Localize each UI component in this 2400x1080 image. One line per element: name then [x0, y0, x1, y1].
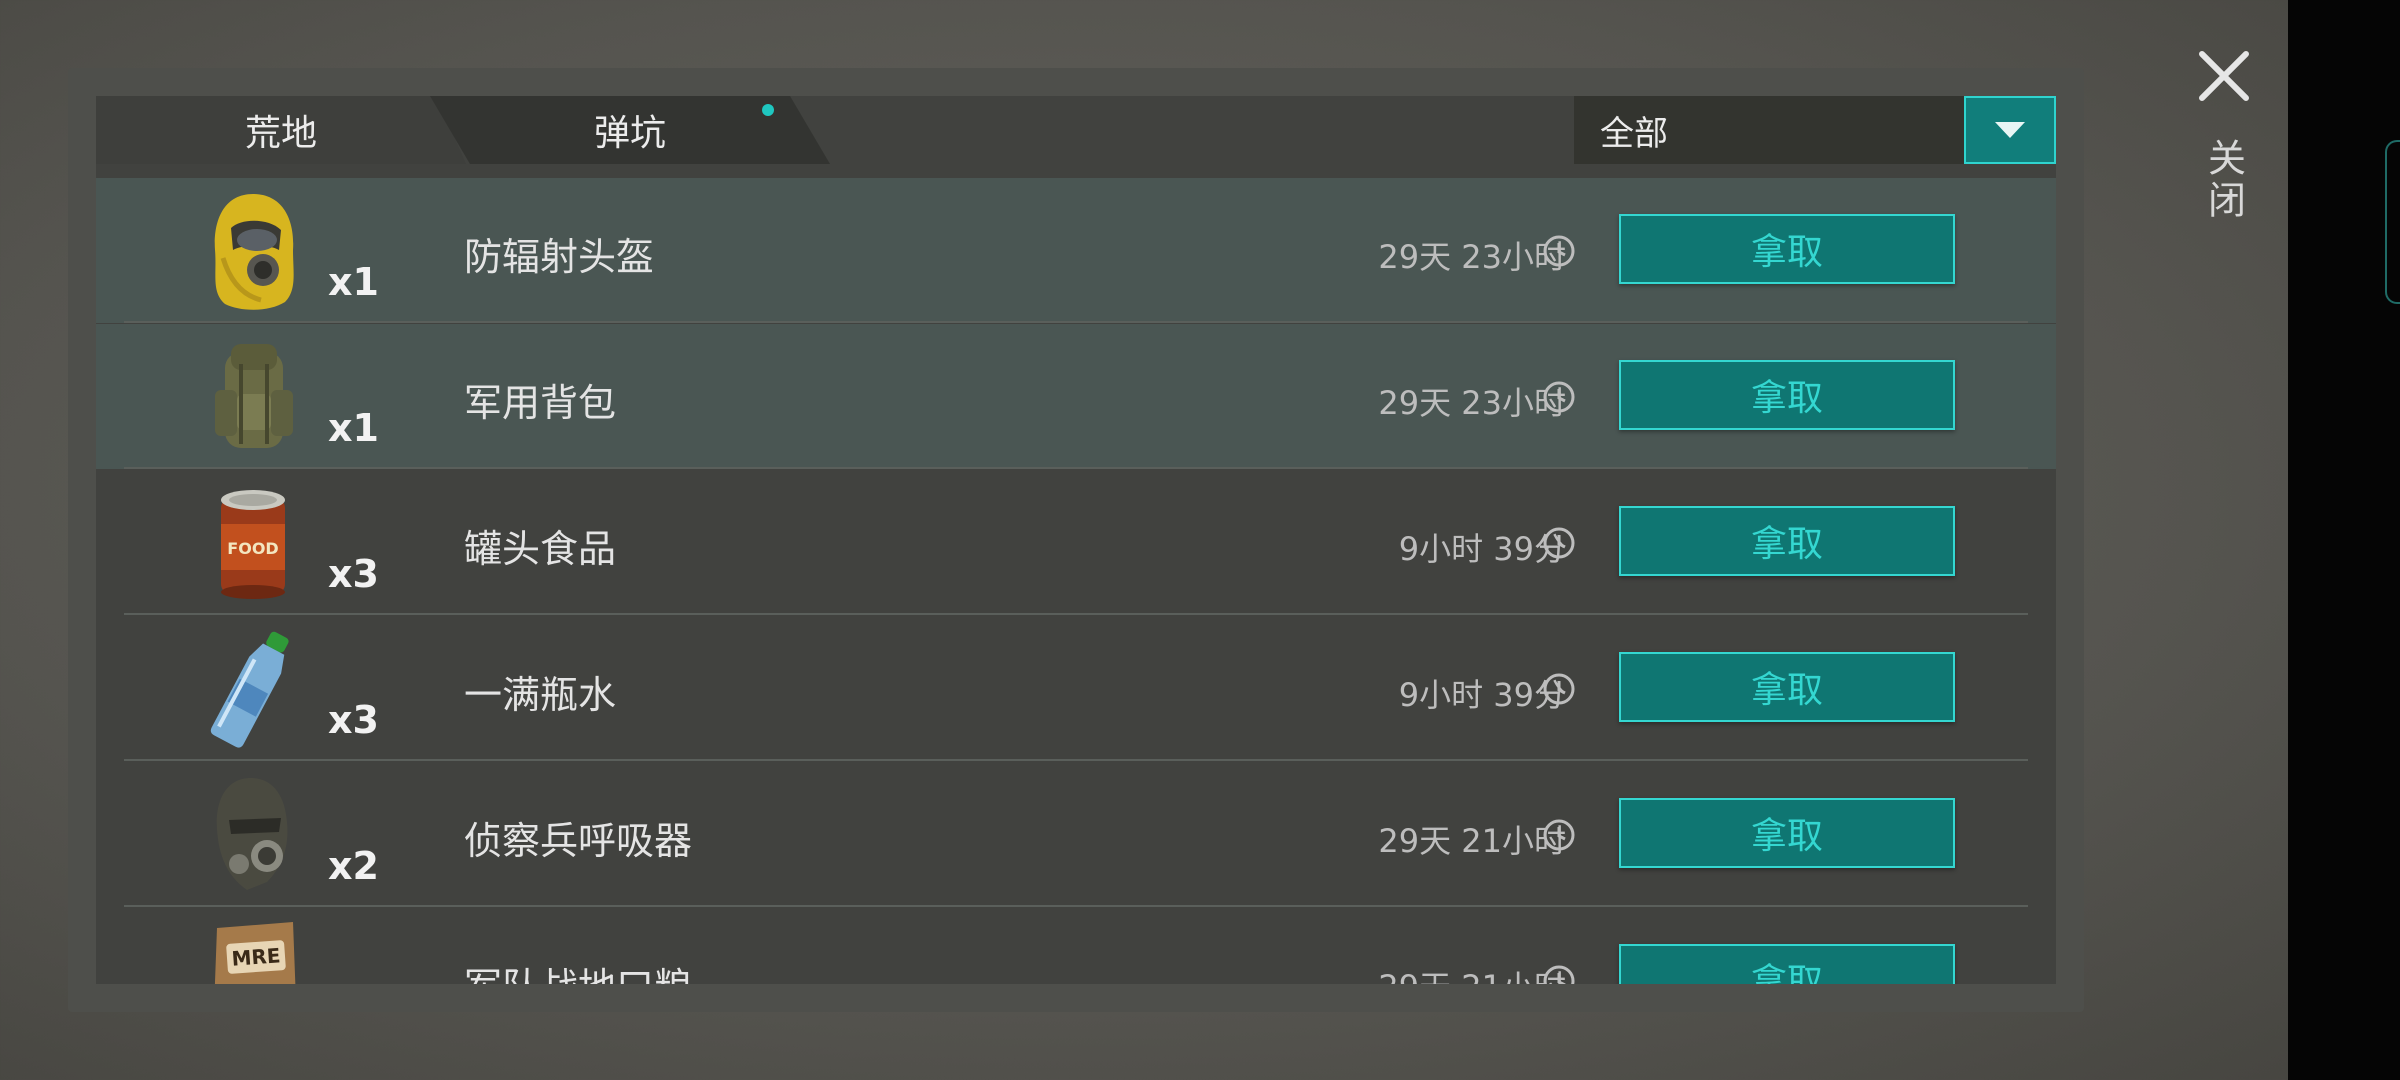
divider	[124, 759, 2028, 761]
chevron-down-icon	[1995, 122, 2025, 138]
clock-icon	[1542, 380, 1576, 414]
filter-selected[interactable]: 全部	[1600, 96, 1668, 164]
take-button[interactable]: 拿取	[1619, 214, 1955, 284]
tab-label: 荒地	[244, 113, 317, 154]
svg-text:FOOD: FOOD	[227, 539, 278, 558]
mre-ration-icon: MRE	[201, 918, 306, 984]
tab-label: 弹坑	[593, 113, 666, 154]
canned-food-icon: FOOD	[201, 480, 306, 605]
list-item: FOOD x3 罐头食品 9小时 39分 拿取	[96, 470, 2056, 615]
list-item: x1 防辐射头盔 29天 23小时 拿取	[96, 178, 2056, 323]
item-quantity: x1	[328, 260, 379, 304]
item-timer: 29天 23小时	[1378, 238, 1566, 276]
list-item: MRE 军队战地口粮 29天 21小时 拿取	[96, 908, 2056, 984]
item-name: 军用背包	[464, 381, 617, 425]
take-button[interactable]: 拿取	[1619, 652, 1955, 722]
take-button[interactable]: 拿取	[1619, 944, 1955, 984]
item-name: 罐头食品	[464, 527, 617, 571]
item-quantity: x3	[328, 552, 379, 596]
item-name: 一满瓶水	[464, 673, 617, 717]
hazmat-helmet-icon	[201, 188, 306, 313]
clock-icon	[1542, 234, 1576, 268]
item-quantity: x3	[328, 698, 379, 742]
item-name: 军队战地口粮	[464, 956, 692, 984]
right-edge-strip	[2288, 0, 2400, 1080]
item-timer: 29天 23小时	[1378, 384, 1566, 422]
item-timer: 29天 21小时	[1378, 822, 1566, 860]
clock-icon	[1542, 964, 1576, 984]
dropdown-toggle-button[interactable]	[1964, 96, 2056, 164]
close-label[interactable]: 关闭	[2196, 130, 2252, 230]
divider	[124, 467, 2028, 469]
list-item: x1 军用背包 29天 23小时 拿取	[96, 324, 2056, 469]
item-timer: 9小时 39分	[1398, 676, 1566, 714]
clock-icon	[1542, 526, 1576, 560]
item-quantity: x2	[328, 844, 379, 888]
divider	[124, 905, 2028, 907]
svg-text:MRE: MRE	[231, 943, 282, 970]
item-name: 侦察兵呼吸器	[464, 819, 693, 863]
military-backpack-icon	[201, 334, 306, 459]
list-item: x3 一满瓶水 9小时 39分 拿取	[96, 616, 2056, 761]
clock-icon	[1542, 818, 1576, 852]
take-button[interactable]: 拿取	[1619, 798, 1955, 868]
item-timer: 9小时 39分	[1398, 530, 1566, 568]
take-button[interactable]: 拿取	[1619, 506, 1955, 576]
divider	[124, 613, 2028, 615]
water-bottle-icon	[201, 626, 306, 751]
item-timer: 29天 21小时	[1378, 962, 1566, 984]
clock-icon	[1542, 672, 1576, 706]
item-list[interactable]: x1 防辐射头盔 29天 23小时 拿取 x1 军用背包 29天 23小时 拿取	[96, 178, 2056, 984]
notification-dot	[762, 104, 774, 116]
edge-handle[interactable]	[2385, 140, 2400, 304]
list-item: x2 侦察兵呼吸器 29天 21小时 拿取	[96, 762, 2056, 907]
respirator-icon	[201, 772, 306, 897]
item-quantity: x1	[328, 406, 379, 450]
divider	[124, 321, 2028, 323]
item-name: 防辐射头盔	[464, 235, 655, 279]
take-button[interactable]: 拿取	[1619, 360, 1955, 430]
tab-wasteland[interactable]: 荒地	[96, 96, 466, 164]
close-icon[interactable]	[2196, 48, 2252, 104]
